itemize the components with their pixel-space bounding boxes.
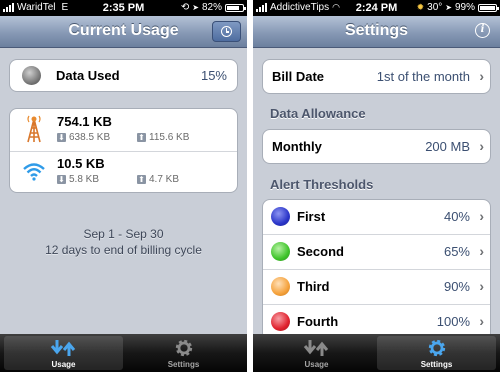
status-bar: WaridTel E 2:35 PM ⟲ ➤ 82% [0,0,247,16]
billing-period: Sep 1 - Sep 30 [83,227,164,241]
wifi-row: 10.5 KB ⬇ 5.8 KB ⬆ 4.7 KB [10,152,237,192]
chevron-right-icon: › [479,208,484,224]
tab-usage-label: Usage [51,360,76,369]
tab-usage-label: Usage [304,360,329,369]
billing-days-remaining: 12 days to end of billing cycle [45,243,202,257]
temperature: 30° [427,2,443,13]
settings-content: Bill Date 1st of the month › Data Allowa… [253,48,500,341]
info-icon[interactable]: i [475,23,490,38]
cell-tower-icon [27,115,41,143]
tab-usage[interactable]: Usage [257,336,376,370]
data-used-row: Data Used 15% [10,60,237,91]
wifi-upload: ⬆ 4.7 KB [137,174,179,185]
cellular-upload: ⬆ 115.6 KB [137,132,189,143]
gear-icon [175,339,193,357]
status-bar: AddictiveTips ◠ 2:24 PM ✹ 30° ➤ 99% [253,0,500,16]
traffic-group: 754.1 KB ⬇ 638.5 KB ⬆ 115.6 KB 10.5 KB ⬇… [9,108,238,193]
download-arrow-icon: ⬇ [57,175,66,184]
clock-icon [221,26,232,37]
tab-settings-label: Settings [167,360,200,369]
lock-rotation-icon: ⟲ [180,2,190,13]
upload-arrow-icon: ⬆ [137,175,146,184]
bill-date-group: Bill Date 1st of the month › [262,59,491,94]
usage-arrows-icon [50,340,76,356]
bill-date-label: Bill Date [272,69,325,84]
allowance-label: Monthly [272,139,322,154]
wifi-total: 10.5 KB [57,156,105,171]
data-used-value: 15% [200,68,227,83]
page-title: Current Usage [68,22,179,39]
usage-screen: WaridTel E 2:35 PM ⟲ ➤ 82% Current Usage… [0,0,247,372]
location-icon: ➤ [445,3,452,12]
bill-date-row[interactable]: Bill Date 1st of the month › [263,60,490,93]
chevron-right-icon: › [479,313,484,329]
battery-icon [478,3,499,12]
alert-thresholds-header: Alert Thresholds [270,177,374,192]
data-used-group: Data Used 15% [9,59,238,92]
allowance-group: Monthly 200 MB › [262,129,491,164]
threshold-label: Second [297,244,344,259]
threshold-row-third[interactable]: Third 90% › [263,270,490,305]
gear-icon [428,339,446,357]
page-title: Settings [344,22,409,39]
bill-date-value: 1st of the month [376,69,470,84]
download-arrow-icon: ⬇ [57,133,66,142]
threshold-value: 100% [436,314,470,329]
history-button[interactable] [212,21,241,42]
nav-bar: Current Usage [0,16,247,48]
threshold-value: 65% [443,244,470,259]
threshold-value: 90% [443,279,470,294]
settings-screen: AddictiveTips ◠ 2:24 PM ✹ 30° ➤ 99% Sett… [253,0,500,372]
wifi-download-value: 5.8 KB [69,174,100,185]
threshold-color-dot [271,207,290,226]
wifi-download: ⬇ 5.8 KB [57,174,99,185]
threshold-label: Fourth [297,314,339,329]
data-used-label: Data Used [56,68,120,83]
threshold-color-dot [271,277,290,296]
battery-icon [225,3,246,12]
tab-settings[interactable]: Settings [124,336,243,370]
threshold-label: First [297,209,326,224]
wifi-icon [23,163,45,181]
cellular-total: 754.1 KB [57,114,112,129]
nav-bar: Settings i [253,16,500,48]
tab-bar: Usage Settings [253,334,500,372]
chevron-right-icon: › [479,68,484,84]
threshold-value: 40% [443,209,470,224]
chevron-right-icon: › [479,243,484,259]
cellular-row: 754.1 KB ⬇ 638.5 KB ⬆ 115.6 KB [10,109,237,152]
usage-arrows-icon [303,340,329,356]
threshold-row-first[interactable]: First 40% › [263,200,490,235]
threshold-color-dot [271,312,290,331]
battery-percent: 99% [454,2,475,13]
location-icon: ➤ [192,3,199,12]
cellular-download-value: 638.5 KB [69,132,111,143]
threshold-label: Third [297,279,330,294]
tab-settings-label: Settings [420,360,453,369]
tab-bar: Usage Settings [0,334,247,372]
threshold-row-second[interactable]: Second 65% › [263,235,490,270]
chevron-right-icon: › [479,138,484,154]
cellular-upload-value: 115.6 KB [149,132,190,143]
upload-arrow-icon: ⬆ [137,133,146,142]
allowance-row[interactable]: Monthly 200 MB › [263,130,490,163]
battery-percent: 82% [201,2,222,13]
allowance-value: 200 MB [425,139,470,154]
cellular-download: ⬇ 638.5 KB [57,132,110,143]
tab-usage[interactable]: Usage [4,336,123,370]
wifi-upload-value: 4.7 KB [149,174,180,185]
threshold-color-dot [271,242,290,261]
usage-content: Data Used 15% 754.1 KB ⬇ 638.5 KB ⬆ 115.… [0,48,247,334]
weather-sun-icon: ✹ [416,2,425,12]
data-allowance-header: Data Allowance [270,106,366,121]
usage-indicator-icon [22,66,41,85]
tab-settings[interactable]: Settings [377,336,496,370]
thresholds-group: First 40% › Second 65% › Third 90% › Fou… [262,199,491,341]
chevron-right-icon: › [479,278,484,294]
